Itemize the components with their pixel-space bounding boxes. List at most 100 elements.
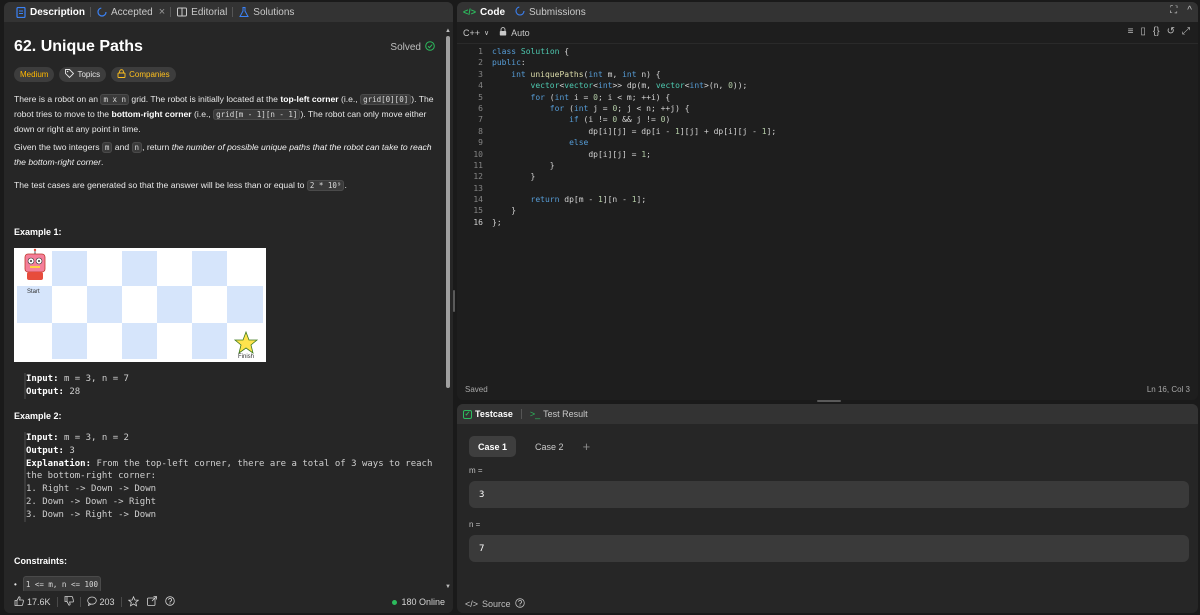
expand-icon[interactable]: ⤢ bbox=[1182, 26, 1190, 37]
code-line[interactable]: 15 } bbox=[457, 205, 1198, 216]
code-line[interactable]: 7 if (i != 0 && j != 0) bbox=[457, 114, 1198, 125]
code-text[interactable]: } bbox=[492, 205, 516, 216]
topics-label: Topics bbox=[77, 70, 101, 79]
var-n-input[interactable]: 7 bbox=[469, 535, 1189, 562]
check-circle-icon bbox=[425, 40, 435, 54]
code-text[interactable]: class Solution { bbox=[492, 46, 569, 57]
tab-submissions[interactable]: Submissions bbox=[515, 6, 586, 18]
tab-editorial[interactable]: Editorial bbox=[171, 2, 232, 22]
left-tab-bar: Description Accepted × Editorial Solutio… bbox=[4, 2, 453, 22]
code-line[interactable]: 8 dp[i][j] = dp[i - 1][j] + dp[i][j - 1]… bbox=[457, 126, 1198, 137]
code-line[interactable]: 11 } bbox=[457, 160, 1198, 171]
case-2-tab[interactable]: Case 2 bbox=[526, 436, 573, 457]
problem-paragraph-3: The test cases are generated so that the… bbox=[14, 178, 439, 193]
description-scrollbar[interactable]: ▲ ▼ bbox=[445, 28, 451, 590]
code-text[interactable]: } bbox=[492, 171, 536, 182]
code-editor[interactable]: 1 class Solution {2 public: 3 int uniquePat… bbox=[457, 46, 1198, 246]
maximize-icon[interactable]: ⛶ bbox=[1170, 5, 1177, 16]
tab-accepted[interactable]: Accepted × bbox=[91, 2, 170, 22]
tab-solutions[interactable]: Solutions bbox=[233, 2, 299, 22]
line-number: 8 bbox=[478, 126, 483, 136]
path-step: 1. Right -> Down -> Down bbox=[26, 484, 157, 495]
collapse-chevron-icon[interactable]: ^ bbox=[1187, 5, 1192, 16]
lock-icon bbox=[117, 69, 126, 80]
tab-testcase[interactable]: ✓ Testcase bbox=[463, 409, 513, 419]
code-text[interactable]: vector<vector<int>> dp(m, vector<int>(n,… bbox=[492, 80, 748, 91]
dislike-button[interactable] bbox=[60, 593, 78, 611]
text: . bbox=[100, 157, 104, 167]
code-text[interactable]: else bbox=[492, 137, 588, 148]
help-button[interactable] bbox=[161, 593, 179, 611]
vertical-resize-handle[interactable] bbox=[453, 290, 455, 312]
text: grid. The robot is initially located at … bbox=[129, 94, 281, 104]
add-case-icon[interactable]: + bbox=[583, 439, 591, 454]
code-text[interactable]: } bbox=[492, 160, 555, 171]
line-number: 9 bbox=[478, 138, 483, 148]
braces-icon[interactable]: {} bbox=[1153, 26, 1160, 37]
line-number: 10 bbox=[473, 149, 483, 159]
like-button[interactable]: 17.6K bbox=[10, 593, 55, 611]
code-text[interactable]: for (int j = 0; j < n; ++j) { bbox=[492, 103, 690, 114]
grid-illustration: Start Finish bbox=[14, 248, 266, 362]
tab-code[interactable]: </> Code bbox=[463, 7, 505, 18]
test-tab-bar: ✓ Testcase >_ Test Result bbox=[457, 404, 1198, 424]
code-text[interactable]: for (int i = 0; i < m; ++i) { bbox=[492, 92, 671, 103]
line-number: 16 bbox=[473, 217, 483, 227]
text: The test cases are generated so that the… bbox=[14, 180, 307, 190]
like-count: 17.6K bbox=[27, 597, 51, 607]
companies-button[interactable]: Companies bbox=[111, 67, 176, 82]
comments-button[interactable]: 203 bbox=[83, 593, 119, 611]
case-1-tab[interactable]: Case 1 bbox=[469, 436, 517, 457]
code-line[interactable]: 12 } bbox=[457, 171, 1198, 182]
favorite-button[interactable] bbox=[124, 593, 143, 611]
problem-title[interactable]: 62. Unique Paths bbox=[14, 38, 143, 56]
scroll-up-arrow-icon[interactable]: ▲ bbox=[445, 28, 451, 34]
comment-count: 203 bbox=[99, 597, 115, 607]
code-text[interactable]: dp[i][j] = 1; bbox=[492, 149, 651, 160]
code-text[interactable]: return dp[m - 1][n - 1]; bbox=[492, 194, 647, 205]
language-select[interactable]: C++ ∨ bbox=[463, 28, 489, 38]
code-line[interactable]: 1 class Solution { bbox=[457, 46, 1198, 57]
tab-description[interactable]: Description bbox=[10, 2, 90, 22]
path-step: 2. Down -> Down -> Right bbox=[26, 496, 157, 507]
code-text[interactable]: dp[i][j] = dp[i - 1][j] + dp[i][j - 1]; bbox=[492, 126, 776, 137]
topics-button[interactable]: Topics bbox=[59, 67, 107, 82]
help-icon[interactable] bbox=[514, 598, 525, 610]
code-line[interactable]: 9 else bbox=[457, 137, 1198, 148]
scroll-down-arrow-icon[interactable]: ▼ bbox=[445, 584, 451, 590]
example-2-block: Input: m = 3, n = 2 Output: 3 Explanatio… bbox=[24, 432, 432, 522]
input-value: m = 3, n = 2 bbox=[63, 433, 129, 443]
code-line[interactable]: 4 vector<vector<int>> dp(m, vector<int>(… bbox=[457, 80, 1198, 91]
code-line[interactable]: 5 for (int i = 0; i < m; ++i) { bbox=[457, 92, 1198, 103]
mode-label: Auto bbox=[511, 27, 530, 38]
code-text[interactable]: int uniquePaths(int m, int n) { bbox=[492, 69, 660, 80]
mode-indicator[interactable]: Auto bbox=[499, 27, 530, 38]
text: (i.e., bbox=[191, 109, 214, 119]
code-line[interactable]: 6 for (int j = 0; j < n; ++j) { bbox=[457, 103, 1198, 114]
share-button[interactable] bbox=[143, 593, 161, 611]
explanation-line: the bottom-right corner: bbox=[26, 471, 157, 482]
code-line[interactable]: 2 public: bbox=[457, 57, 1198, 68]
close-icon[interactable]: × bbox=[159, 6, 165, 18]
path-step: 3. Down -> Right -> Down bbox=[26, 509, 157, 520]
code-text[interactable]: public: bbox=[492, 57, 526, 68]
problem-tags: Medium Topics Companies bbox=[14, 67, 176, 82]
horizontal-resize-handle[interactable] bbox=[817, 400, 841, 402]
bookmark-icon[interactable]: ▯ bbox=[1140, 26, 1146, 37]
code-text[interactable]: }; bbox=[492, 217, 502, 228]
scroll-thumb[interactable] bbox=[446, 36, 450, 388]
source-link[interactable]: Source bbox=[482, 599, 511, 609]
example-1-heading: Example 1: bbox=[14, 227, 62, 237]
inline-code: m x n bbox=[100, 94, 130, 105]
code-line[interactable]: 10 dp[i][j] = 1; bbox=[457, 149, 1198, 160]
code-line[interactable]: 14 return dp[m - 1][n - 1]; bbox=[457, 194, 1198, 205]
tab-test-result[interactable]: >_ Test Result bbox=[530, 409, 588, 419]
history-icon bbox=[96, 7, 107, 18]
code-line[interactable]: 13 bbox=[457, 183, 1198, 194]
format-icon[interactable]: ≡ bbox=[1128, 26, 1134, 37]
code-line[interactable]: 3 int uniquePaths(int m, int n) { bbox=[457, 69, 1198, 80]
var-m-input[interactable]: 3 bbox=[469, 481, 1189, 508]
reset-icon[interactable]: ↺ bbox=[1167, 26, 1175, 37]
code-text[interactable]: if (i != 0 && j != 0) bbox=[492, 114, 670, 125]
code-line[interactable]: 16}; bbox=[457, 217, 1198, 228]
